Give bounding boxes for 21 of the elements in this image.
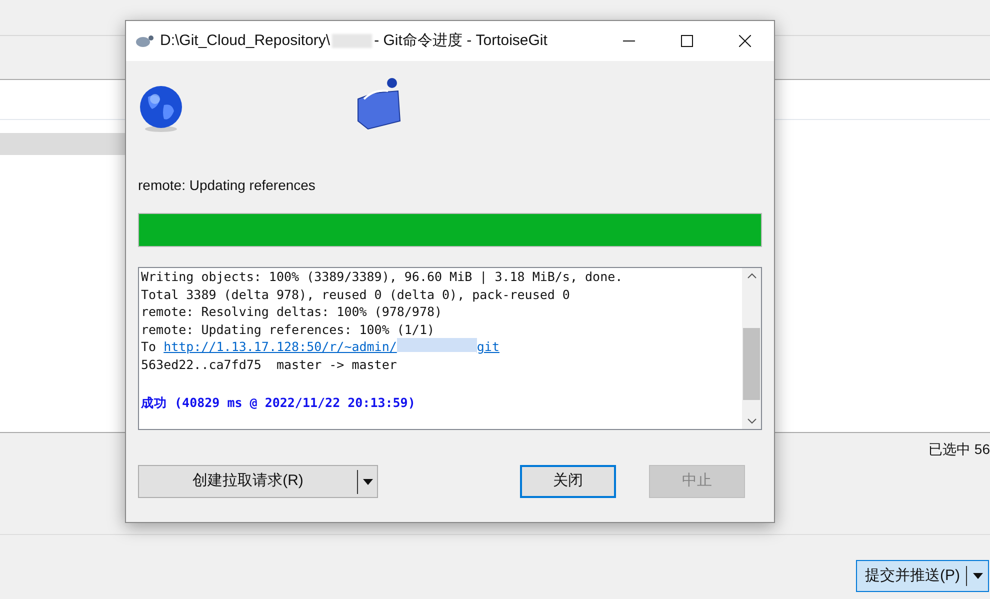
log-line: remote: Resolving deltas: 100% (978/978) xyxy=(141,303,444,321)
caret-icon xyxy=(362,478,372,484)
log-line: To xyxy=(141,338,156,356)
create-pull-request-button[interactable]: 创建拉取请求(R) xyxy=(138,465,378,498)
window-title: D:\Git_Cloud_Repository\ - Git命令进度 - TortoiseGit xyxy=(160,30,548,51)
log-line: remote: Updating references: 100% (1/1) xyxy=(141,320,436,338)
selection-count-text: 已选中 56 xyxy=(928,440,990,459)
commit-push-button[interactable]: 提交并推送(P) xyxy=(856,560,989,592)
log-line: 563ed22..ca7fd75 master -> master xyxy=(141,356,398,374)
close-dialog-button[interactable]: 关闭 xyxy=(520,465,616,498)
remote-link[interactable]: http://1.13.17.128:50/r/~admin/ git xyxy=(164,338,500,356)
status-text: remote: Updating references xyxy=(138,176,316,195)
globe-icon xyxy=(138,85,184,133)
log-line: Writing objects: 100% (3389/3389), 96.60 MiB | 3.18 MiB/s, done. xyxy=(141,268,624,286)
caret-icon xyxy=(972,573,982,579)
minimize-icon xyxy=(623,40,635,42)
success-line: 成功 (40829 ms @ 2022/11/22 20:13:59) xyxy=(141,394,416,412)
maximize-icon xyxy=(681,35,693,47)
scrollbar[interactable] xyxy=(742,268,761,429)
log-line: Total 3389 (delta 978), reused 0 (delta 0), pack-reused 0 xyxy=(141,286,571,304)
close-icon xyxy=(739,35,751,47)
